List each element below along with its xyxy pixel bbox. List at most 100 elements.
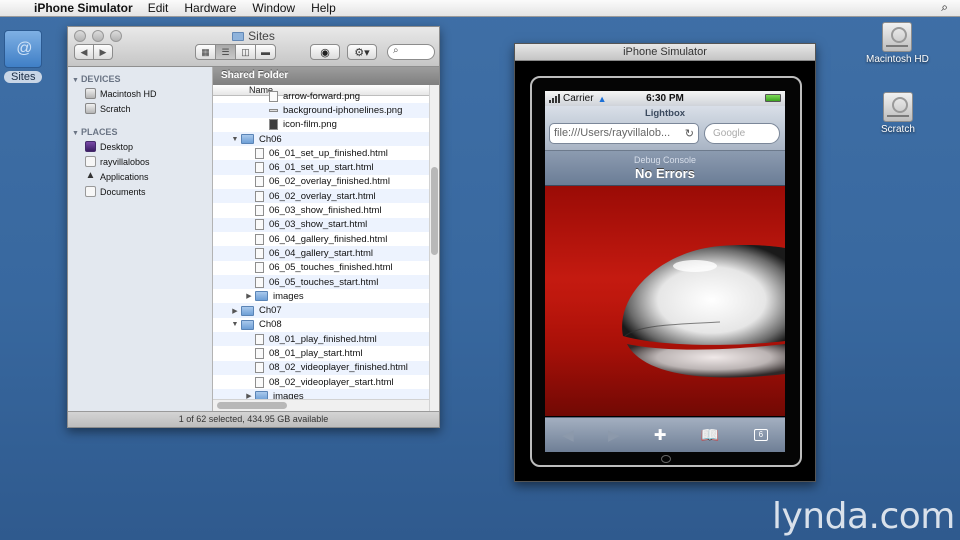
file-row[interactable]: 06_03_show_start.html	[213, 217, 439, 232]
disclosure-triangle-icon[interactable]: ▶	[229, 307, 241, 315]
file-row[interactable]: 08_01_play_finished.html	[213, 332, 439, 347]
desktop-icon-macintosh-hd[interactable]: Macintosh HD	[866, 22, 929, 65]
scratch-label: Scratch	[881, 124, 915, 135]
home-icon	[85, 156, 96, 167]
folder-icon	[232, 32, 245, 41]
file-row[interactable]: 06_03_show_finished.html	[213, 203, 439, 217]
file-name: 08_02_videoplayer_start.html	[269, 376, 394, 388]
macintosh-hd-label: Macintosh HD	[866, 54, 929, 65]
sidebar-item-home[interactable]: rayvillalobos	[68, 154, 212, 169]
scroll-thumb[interactable]	[217, 402, 287, 409]
file-name: 08_01_play_start.html	[269, 347, 363, 359]
file-row[interactable]: 06_04_gallery_finished.html	[213, 232, 439, 246]
path-header: Shared Folder	[213, 67, 439, 85]
sidebar-item-documents[interactable]: Documents	[68, 184, 212, 199]
icon-view-button[interactable]: ▦	[195, 44, 216, 60]
file-row[interactable]: ▶ images	[213, 289, 439, 303]
file-row[interactable]: 06_05_touches_finished.html	[213, 261, 439, 275]
file-row[interactable]: 06_01_set_up_start.html	[213, 160, 439, 175]
file-row[interactable]: arrow-forward.png	[213, 89, 439, 103]
file-row[interactable]: ▶ Ch07	[213, 303, 439, 318]
folder-icon	[241, 305, 254, 316]
app-menu[interactable]: iPhone Simulator	[30, 1, 140, 15]
file-row[interactable]: ▼ Ch06	[213, 131, 439, 147]
file-row[interactable]: 06_05_touches_start.html	[213, 274, 439, 290]
file-row[interactable]: 06_02_overlay_start.html	[213, 189, 439, 204]
menu-help[interactable]: Help	[303, 1, 344, 15]
menu-edit[interactable]: Edit	[140, 1, 177, 15]
file-row[interactable]: 06_02_overlay_finished.html	[213, 175, 439, 189]
vertical-scrollbar[interactable]	[429, 85, 439, 415]
folder-icon	[241, 134, 254, 145]
folder-icon	[241, 319, 254, 330]
menu-window[interactable]: Window	[244, 1, 303, 15]
search-field[interactable]: ⌕	[387, 44, 435, 60]
sidebar-item-applications[interactable]: ▲ Applications	[68, 169, 212, 184]
pages-icon[interactable]: 6	[753, 429, 768, 441]
sidebar-header-devices[interactable]: ▼ DEVICES	[68, 71, 212, 86]
file-row[interactable]: 06_04_gallery_start.html	[213, 246, 439, 261]
file-name: 08_02_videoplayer_finished.html	[269, 362, 408, 374]
coverflow-view-button[interactable]: ▬	[255, 44, 276, 60]
google-search-field[interactable]: Google	[704, 123, 780, 144]
url-field[interactable]: file:///Users/rayvillalob... ↻	[549, 123, 699, 144]
sidebar-item-desktop[interactable]: Desktop	[68, 139, 212, 154]
simulator-title[interactable]: iPhone Simulator	[515, 44, 815, 61]
file-name: 06_03_show_start.html	[269, 219, 368, 231]
bookmarks-book-icon[interactable]: 📖	[701, 426, 720, 444]
scroll-thumb[interactable]	[431, 167, 438, 255]
file-name: Ch07	[259, 305, 282, 317]
reload-icon[interactable]: ↻	[685, 127, 694, 140]
file-name: 08_01_play_finished.html	[269, 333, 377, 345]
file-name: 06_04_gallery_start.html	[269, 247, 374, 259]
action-gear-icon[interactable]: ⚙▾	[347, 44, 377, 60]
safari-address-bar: Lightbox file:///Users/rayvillalob... ↻ …	[545, 106, 785, 151]
desktop-icon-sites[interactable]: Sites	[4, 30, 43, 83]
sites-folder-icon	[4, 30, 43, 68]
image-file-icon	[269, 119, 278, 131]
search-icon: ⌕	[393, 45, 399, 56]
quick-look-eye-icon[interactable]: ◉	[310, 44, 340, 60]
html-file-icon	[255, 147, 264, 159]
file-name: 06_03_show_finished.html	[269, 205, 382, 217]
html-file-icon	[255, 276, 264, 288]
forward-arrow-icon[interactable]: ▶	[608, 426, 620, 444]
desktop-icon	[85, 141, 96, 152]
file-row[interactable]: icon-film.png	[213, 118, 439, 132]
menu-hardware[interactable]: Hardware	[176, 1, 244, 15]
disclosure-triangle-icon[interactable]: ▼	[229, 136, 241, 143]
back-arrow-icon[interactable]: ◀	[562, 426, 574, 444]
debug-console[interactable]: Debug Console No Errors	[545, 151, 785, 186]
carrier-label: Carrier	[563, 93, 594, 104]
horizontal-scrollbar[interactable]	[213, 399, 429, 411]
file-row[interactable]: background-iphonelines.png	[213, 103, 439, 118]
iphone-simulator-window: iPhone Simulator Carrier ▲ 6:30 PM Light…	[514, 43, 816, 482]
finder-window: Sites ◀ ▶ ▦ ☰ ◫ ▬ ◉ ⚙▾ ⌕ ▼ DEVICES Macint…	[67, 26, 440, 428]
file-row[interactable]: 06_01_set_up_finished.html	[213, 146, 439, 160]
lightbox-photo[interactable]	[545, 186, 785, 416]
disclosure-triangle-icon[interactable]: ▶	[243, 292, 255, 300]
desktop-icon-scratch[interactable]: Scratch	[881, 92, 915, 135]
file-list-pane: Shared Folder Name arrow-forward.png back…	[213, 67, 439, 411]
sidebar-item-macintosh-hd[interactable]: Macintosh HD	[68, 86, 212, 101]
html-file-icon	[255, 190, 264, 202]
spotlight-icon[interactable]: ⌕	[941, 0, 948, 15]
file-row[interactable]: ▼ Ch08	[213, 318, 439, 332]
disclosure-triangle-icon[interactable]: ▼	[229, 321, 241, 328]
column-view-button[interactable]: ◫	[235, 44, 256, 60]
sidebar-item-scratch[interactable]: Scratch	[68, 101, 212, 116]
home-button[interactable]	[661, 455, 671, 463]
sidebar-header-places[interactable]: ▼ PLACES	[68, 124, 212, 139]
file-row[interactable]: 08_02_videoplayer_finished.html	[213, 360, 439, 375]
file-row[interactable]: 08_02_videoplayer_start.html	[213, 375, 439, 389]
file-name: 06_02_overlay_finished.html	[269, 176, 390, 188]
forward-button[interactable]: ▶	[93, 44, 113, 60]
back-button[interactable]: ◀	[74, 44, 94, 60]
html-file-icon	[255, 162, 264, 174]
hard-drive-icon	[85, 103, 96, 114]
finder-titlebar[interactable]: Sites ◀ ▶ ▦ ☰ ◫ ▬ ◉ ⚙▾ ⌕	[68, 27, 439, 67]
file-row[interactable]: 08_01_play_start.html	[213, 346, 439, 360]
add-bookmark-icon[interactable]: ✚	[654, 426, 667, 444]
list-view-button[interactable]: ☰	[215, 44, 236, 60]
status-bar: 1 of 62 selected, 434.95 GB available	[68, 411, 439, 427]
